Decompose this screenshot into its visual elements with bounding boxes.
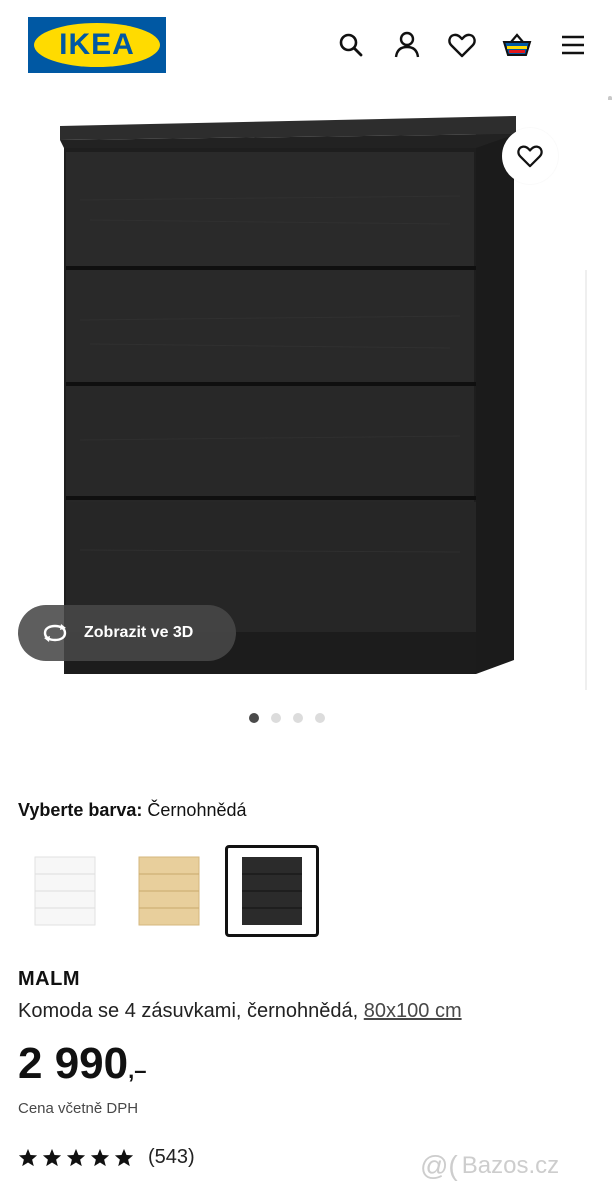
star-icon [90,1148,110,1167]
user-icon[interactable] [392,30,422,60]
star-icon [42,1148,62,1167]
carousel-dot[interactable] [315,713,325,723]
carousel-dot[interactable] [271,713,281,723]
product-description-text: Komoda se 4 zásuvkami, černohnědá, [18,1000,364,1022]
header-bar: IKEA [0,0,616,90]
star-icon [18,1148,38,1167]
product-rating[interactable]: (543) [18,1146,195,1169]
carousel-dot[interactable] [293,713,303,723]
color-label: Vyberte barva: [18,800,143,820]
white-dresser-thumb [34,856,96,926]
heart-icon [517,145,543,168]
rotate-3d-icon [40,618,70,648]
save-favorite-button[interactable] [502,128,558,184]
review-count: (543) [148,1146,195,1168]
oak-dresser-thumb [138,856,200,926]
vat-note: Cena včetně DPH [18,1100,139,1117]
product-name: MALM [18,968,80,990]
bazos-watermark: @( Bazos.cz [420,1150,559,1182]
carousel-dot[interactable] [249,713,259,723]
search-icon[interactable] [336,30,366,60]
carousel-dots [249,713,325,723]
logo-text: IKEA [59,28,135,61]
star-icon [114,1148,134,1167]
rating-stars [18,1148,134,1167]
black-dresser-thumb [242,857,302,925]
view-3d-button[interactable]: Zobrazit ve 3D [18,605,236,661]
view-3d-label: Zobrazit ve 3D [84,624,194,641]
color-value: Černohnědá [147,800,247,820]
basket-icon[interactable] [502,30,532,60]
product-price: 2 990,– [18,1038,146,1097]
heart-icon[interactable] [447,30,477,60]
watermark-symbol: @( [420,1150,458,1181]
ikea-logo[interactable]: IKEA [28,17,166,73]
color-select-label: Vyberte barva: Černohnědá [18,800,247,821]
color-option-black-brown[interactable] [225,845,319,937]
product-size-link[interactable]: 80x100 cm [364,1000,462,1022]
watermark-text: Bazos.cz [461,1152,560,1179]
star-icon [66,1148,86,1167]
logo-oval: IKEA [34,23,160,67]
product-description: Komoda se 4 zásuvkami, černohnědá, 80x10… [18,1000,462,1023]
color-option-white[interactable] [18,845,112,937]
menu-icon[interactable] [558,30,588,60]
price-suffix: ,– [128,1058,147,1083]
color-option-oak[interactable] [122,845,216,937]
price-value: 2 990 [18,1039,129,1088]
